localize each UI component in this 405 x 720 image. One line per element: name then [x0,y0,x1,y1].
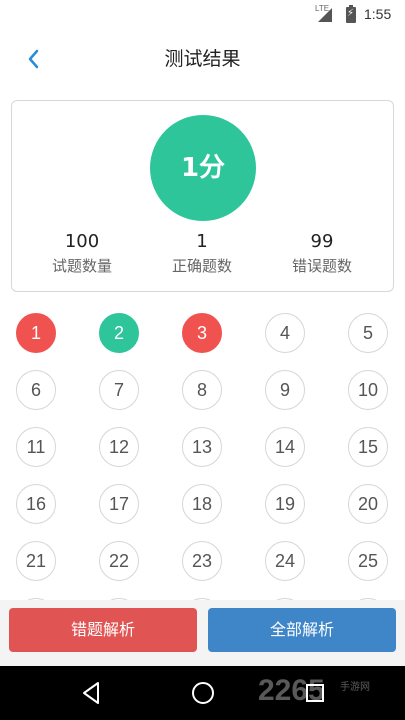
question-grid: 1 2 3 4 5 6 7 8 9 10 11 12 13 14 15 16 17 18 19 20 21 22 23 24 2… [0,302,405,602]
question-8-button[interactable]: 8 [182,370,222,410]
question-4-button[interactable]: 4 [265,313,305,353]
question-12-button[interactable]: 12 [99,427,139,467]
nav-bar: 测试结果 [0,30,405,88]
watermark-sub: 手游网 [340,682,370,693]
question-5-button[interactable]: 5 [348,313,388,353]
question-6-button[interactable]: 6 [16,370,56,410]
stat-correct-label: 正确题数 [171,257,232,275]
stat-wrong: 99 错误题数 [262,231,382,277]
question-17-button[interactable]: 17 [99,484,139,524]
chevron-left-icon [28,49,39,69]
question-19-button[interactable]: 19 [265,484,305,524]
all-analysis-button[interactable]: 全部解析 [208,608,396,652]
stat-correct-value: 1 [196,231,208,252]
question-23-button[interactable]: 23 [182,541,222,581]
question-25-button[interactable]: 25 [348,541,388,581]
question-18-button[interactable]: 18 [182,484,222,524]
question-22-button[interactable]: 22 [99,541,139,581]
status-time: 1:55 [364,6,392,22]
question-13-button[interactable]: 13 [182,427,222,467]
signal-icon [318,8,332,22]
stat-total-value: 100 [64,231,100,252]
question-2-button[interactable]: 2 [99,313,139,353]
question-3-button[interactable]: 3 [182,313,222,353]
stat-total-label: 试题数量 [51,257,112,275]
question-7-button[interactable]: 7 [99,370,139,410]
result-card: 1分 100 试题数量 1 正确题数 99 错误题数 [11,100,394,292]
question-24-button[interactable]: 24 [265,541,305,581]
system-nav-bar: 2265 手游网 [0,666,405,720]
stat-correct: 1 正确题数 [142,231,262,277]
question-21-button[interactable]: 21 [16,541,56,581]
back-button[interactable] [20,44,50,74]
stat-wrong-label: 错误题数 [291,257,352,275]
score-badge: 1分 [150,115,256,221]
page-title: 测试结果 [164,48,241,70]
question-11-button[interactable]: 11 [16,427,56,467]
battery-icon: ⚡ [346,5,356,23]
question-10-button[interactable]: 10 [348,370,388,410]
back-triangle-icon[interactable] [80,679,102,707]
question-20-button[interactable]: 20 [348,484,388,524]
question-9-button[interactable]: 9 [265,370,305,410]
question-1-button[interactable]: 1 [16,313,56,353]
stat-total: 100 试题数量 [22,231,142,277]
status-bar: LTE ⚡ 1:55 [0,0,405,30]
home-circle-icon[interactable] [190,679,216,707]
wrong-analysis-button[interactable]: 错题解析 [9,608,197,652]
recents-square-icon[interactable] [304,679,326,707]
stat-wrong-value: 99 [310,231,334,252]
question-16-button[interactable]: 16 [16,484,56,524]
question-14-button[interactable]: 14 [265,427,305,467]
bottom-actions: 错题解析 全部解析 [0,600,405,666]
question-15-button[interactable]: 15 [348,427,388,467]
